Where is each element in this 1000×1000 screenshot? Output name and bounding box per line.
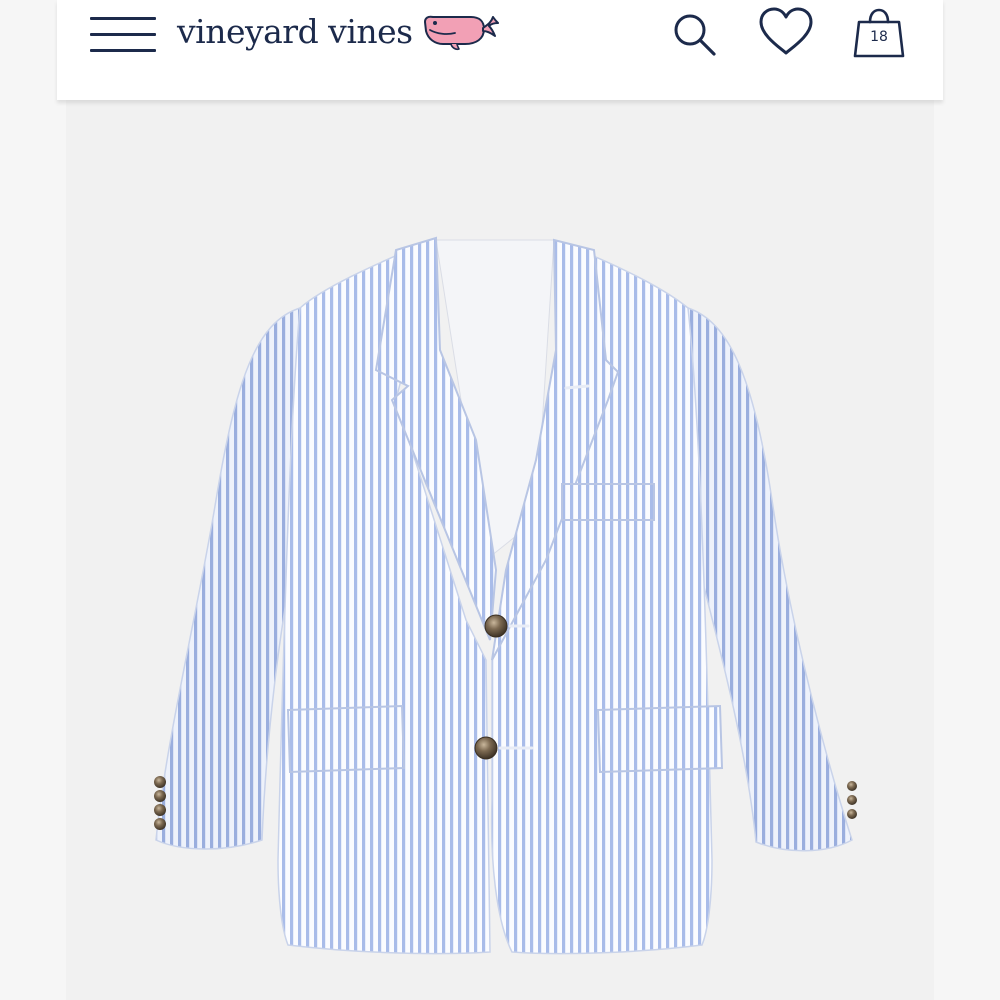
hamburger-menu-icon-bar-bottom bbox=[90, 49, 156, 52]
cart-button[interactable]: 18 bbox=[851, 6, 907, 60]
brand-logo-link[interactable]: vineyard vines bbox=[177, 8, 499, 54]
heart-icon[interactable] bbox=[757, 6, 815, 58]
cart-count-badge: 18 bbox=[870, 29, 888, 45]
product-image-panel bbox=[66, 100, 934, 1000]
hamburger-menu-icon-bar-top bbox=[90, 17, 156, 20]
menu-button[interactable] bbox=[87, 10, 159, 56]
brand-name: vineyard vines bbox=[177, 11, 413, 51]
search-icon[interactable] bbox=[670, 10, 720, 60]
hamburger-menu-icon-bar-middle bbox=[90, 33, 156, 36]
whale-logo-icon bbox=[423, 15, 499, 51]
seersucker-blazer-product-image[interactable] bbox=[66, 100, 934, 1000]
site-header: vineyard vines 18 bbox=[57, 0, 943, 100]
